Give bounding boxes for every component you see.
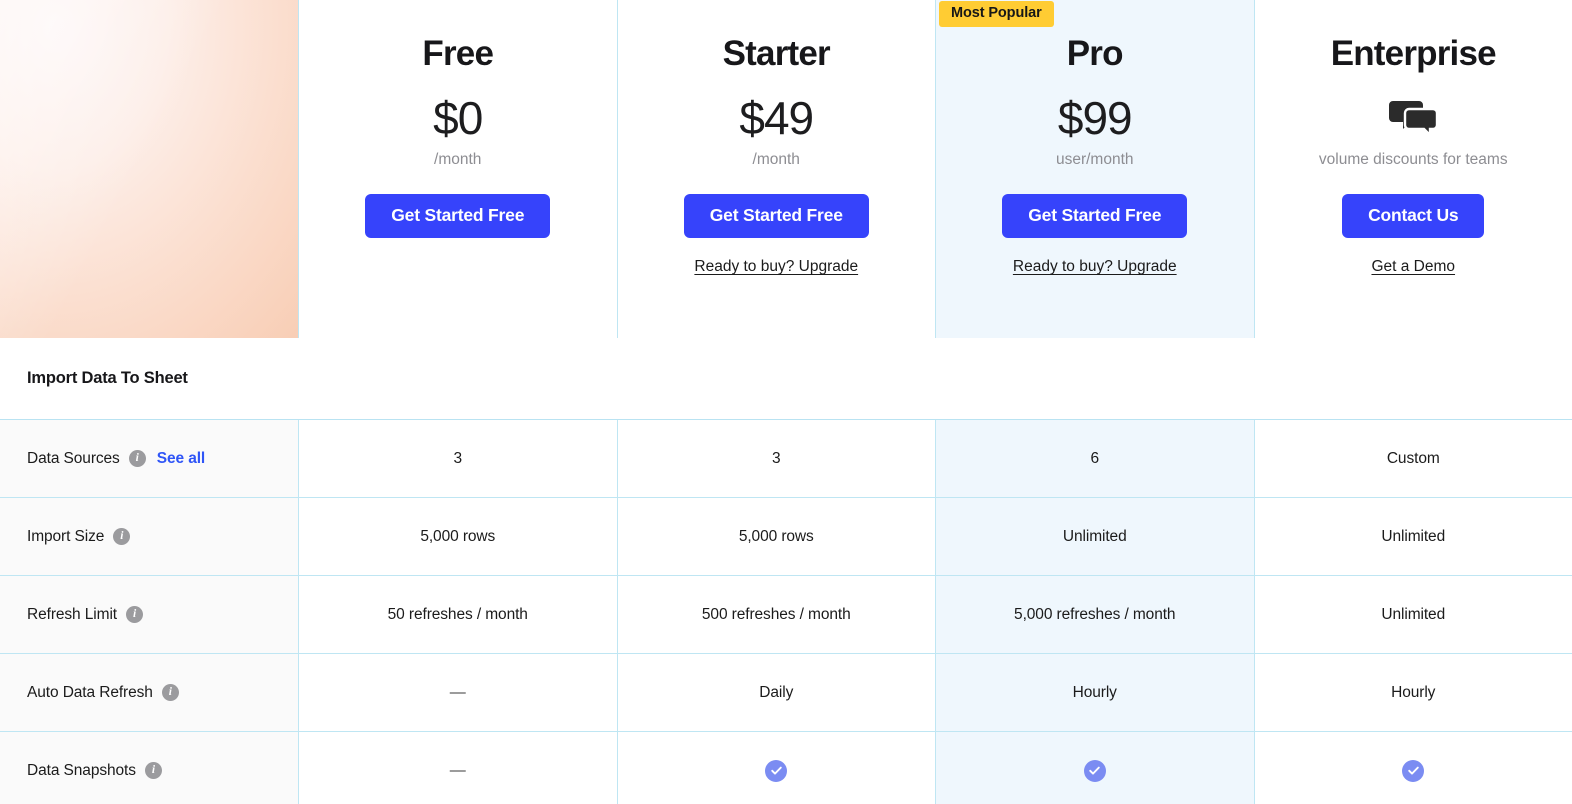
feature-cell-pro: 5,000 refreshes / month xyxy=(935,576,1254,653)
feature-cell-starter: 500 refreshes / month xyxy=(616,576,935,653)
feature-cell-free: — xyxy=(298,732,617,804)
feature-cell-free: 3 xyxy=(298,420,617,497)
feature-label-import-size: Import Size i xyxy=(0,498,298,575)
feature-label-text: Data Snapshots xyxy=(27,761,136,779)
check-icon xyxy=(1402,759,1425,782)
plan-price: $49 xyxy=(739,92,814,144)
unavailable-dash: — xyxy=(449,683,466,701)
info-icon[interactable]: i xyxy=(126,606,144,623)
table-row: Refresh Limit i 50 refreshes / month 500… xyxy=(0,576,1572,654)
plan-period: /month xyxy=(434,151,482,168)
feature-label-data-snapshots: Data Snapshots i xyxy=(0,732,298,804)
feature-cell-free: 5,000 rows xyxy=(298,498,617,575)
table-row: Data Snapshots i — xyxy=(0,732,1572,804)
section-title-import-data-to-sheet: Import Data To Sheet xyxy=(0,338,1572,420)
plan-name: Starter xyxy=(722,34,831,73)
most-popular-badge: Most Popular xyxy=(939,1,1054,27)
table-row: Auto Data Refresh i — Daily Hourly Hourl… xyxy=(0,654,1572,732)
see-all-link[interactable]: See all xyxy=(157,450,206,468)
info-icon[interactable]: i xyxy=(113,528,131,545)
get-a-demo-link[interactable]: Get a Demo xyxy=(1371,259,1455,275)
plan-column-enterprise[interactable]: Enterprise volume discounts for teams Co… xyxy=(1253,0,1572,338)
info-icon[interactable]: i xyxy=(128,450,146,467)
feature-label-data-sources: Data Sources i See all xyxy=(0,420,298,497)
feature-cell-enterprise: Unlimited xyxy=(1253,576,1572,653)
feature-label-auto-data-refresh: Auto Data Refresh i xyxy=(0,654,298,731)
feature-label-text: Refresh Limit xyxy=(27,605,118,623)
table-row: Data Sources i See all 3 3 6 Custom xyxy=(0,420,1572,498)
contact-us-button[interactable]: Contact Us xyxy=(1342,193,1485,238)
feature-cell-starter: 5,000 rows xyxy=(616,498,935,575)
feature-cell-pro: 6 xyxy=(935,420,1254,497)
table-row: Import Size i 5,000 rows 5,000 rows Unli… xyxy=(0,498,1572,576)
feature-cell-pro: Unlimited xyxy=(935,498,1254,575)
info-icon[interactable]: i xyxy=(161,684,179,701)
upgrade-link[interactable]: Ready to buy? Upgrade xyxy=(1013,259,1177,275)
feature-label-refresh-limit: Refresh Limit i xyxy=(0,576,298,653)
plan-name: Enterprise xyxy=(1330,34,1497,73)
get-started-free-button[interactable]: Get Started Free xyxy=(365,193,551,238)
feature-cell-enterprise xyxy=(1253,732,1572,804)
plan-column-pro[interactable]: Most Popular Pro $99 user/month Get Star… xyxy=(935,0,1254,338)
chat-bubbles-icon xyxy=(1389,93,1438,143)
feature-cell-pro: Hourly xyxy=(935,654,1254,731)
plan-price: $99 xyxy=(1057,92,1133,144)
feature-label-text: Data Sources xyxy=(27,449,120,467)
feature-cell-enterprise: Unlimited xyxy=(1253,498,1572,575)
plan-name: Free xyxy=(422,34,494,73)
feature-cell-starter xyxy=(616,732,935,804)
check-icon xyxy=(765,759,788,782)
info-icon[interactable]: i xyxy=(144,762,162,779)
plan-period: user/month xyxy=(1055,151,1134,168)
plan-column-free[interactable]: Free $0 /month Get Started Free xyxy=(298,0,617,338)
plan-period: /month xyxy=(752,151,800,168)
upgrade-link[interactable]: Ready to buy? Upgrade xyxy=(694,259,858,275)
feature-label-text: Auto Data Refresh xyxy=(27,683,153,701)
check-icon xyxy=(1083,759,1106,782)
get-started-free-button[interactable]: Get Started Free xyxy=(683,193,869,238)
plan-period: volume discounts for teams xyxy=(1318,151,1508,168)
feature-cell-enterprise: Custom xyxy=(1253,420,1572,497)
feature-cell-enterprise: Hourly xyxy=(1253,654,1572,731)
plan-price: $0 xyxy=(433,92,483,144)
plan-name: Pro xyxy=(1066,34,1124,73)
feature-cell-pro xyxy=(935,732,1254,804)
plans-header-band: Free $0 /month Get Started Free Starter … xyxy=(0,0,1572,338)
pricing-page: Free $0 /month Get Started Free Starter … xyxy=(0,0,1572,804)
unavailable-dash: — xyxy=(449,761,466,779)
get-started-free-button[interactable]: Get Started Free xyxy=(1002,193,1188,238)
feature-cell-free: 50 refreshes / month xyxy=(298,576,617,653)
feature-cell-free: — xyxy=(298,654,617,731)
plan-column-starter[interactable]: Starter $49 /month Get Started Free Read… xyxy=(616,0,935,338)
promo-gradient-panel xyxy=(0,0,298,338)
feature-cell-starter: 3 xyxy=(616,420,935,497)
feature-label-text: Import Size xyxy=(27,527,105,545)
feature-cell-starter: Daily xyxy=(616,654,935,731)
